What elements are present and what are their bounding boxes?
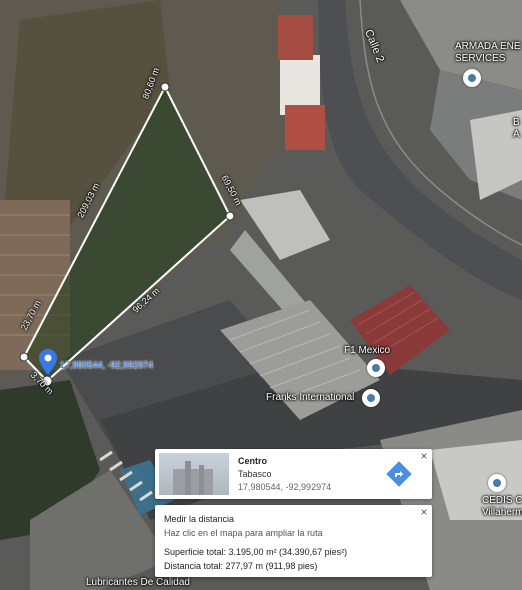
place-armada-name[interactable]: ARMADA ENE	[455, 41, 521, 52]
measure-vertex	[19, 352, 29, 362]
place-armada-name2[interactable]: SERVICES	[455, 53, 505, 64]
place-f1-name[interactable]: F1 Mexico	[344, 345, 390, 356]
place-b-name[interactable]: B	[513, 117, 520, 128]
place-marker-icon[interactable]	[367, 359, 385, 377]
place-lubricantes-name[interactable]: Lubricantes De Calidad	[86, 577, 190, 588]
directions-icon	[386, 461, 412, 487]
measure-distance: Distancia total: 277,97 m (911,98 pies)	[164, 561, 318, 571]
satellite-map[interactable]	[0, 0, 522, 590]
measure-area: Superficie total: 3.195,00 m² (34.390,67…	[164, 547, 348, 557]
street-view-thumbnail[interactable]	[159, 453, 229, 495]
measure-vertex	[160, 82, 170, 92]
place-marker-icon[interactable]	[362, 389, 380, 407]
place-card-coords[interactable]: 17,980544, -92,992974	[238, 482, 331, 492]
place-card[interactable]: Centro Tabasco 17,980544, -92,992974 ×	[155, 449, 432, 499]
place-b-name2[interactable]: A	[513, 129, 520, 140]
place-marker-icon[interactable]	[463, 69, 481, 87]
place-cedis-name2[interactable]: Villaherm	[482, 507, 522, 518]
measure-vertex	[225, 211, 235, 221]
place-card-title: Centro	[238, 456, 267, 466]
place-cedis-name[interactable]: CEDIS Ca	[482, 495, 522, 506]
measure-title: Medir la distancia	[164, 514, 235, 524]
place-card-subtitle: Tabasco	[238, 469, 272, 479]
close-icon[interactable]: ×	[418, 506, 430, 518]
pin-coordinates: 17,980544, -92,992974	[60, 360, 154, 370]
measure-hint: Haz clic en el mapa para ampliar la ruta	[164, 528, 323, 538]
place-franks-name[interactable]: Franks International	[266, 392, 354, 403]
close-icon[interactable]: ×	[418, 450, 430, 462]
location-pin-icon[interactable]	[39, 349, 57, 375]
place-marker-icon[interactable]	[488, 474, 506, 492]
directions-button[interactable]	[385, 460, 413, 488]
measure-distance-card[interactable]: Medir la distancia Haz clic en el mapa p…	[155, 505, 432, 577]
